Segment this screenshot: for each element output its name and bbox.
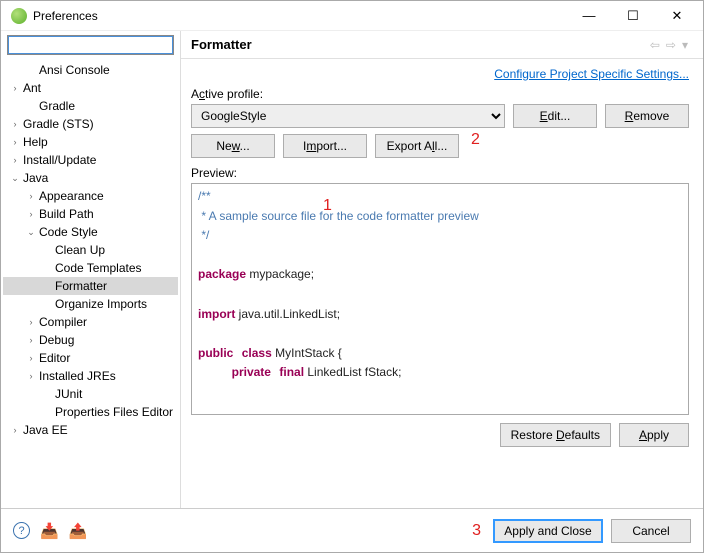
- tree-item-label: Code Templates: [55, 261, 142, 275]
- expand-icon[interactable]: ›: [25, 191, 37, 201]
- tree-item-formatter[interactable]: Formatter: [3, 277, 178, 295]
- tree-item-help[interactable]: ›Help: [3, 133, 178, 151]
- cancel-button[interactable]: Cancel: [611, 519, 691, 543]
- configure-project-link[interactable]: Configure Project Specific Settings...: [181, 59, 703, 83]
- tree-item-label: Formatter: [55, 279, 107, 293]
- forward-icon[interactable]: ⇨: [666, 38, 676, 52]
- tree-item-gradle-sts-[interactable]: ›Gradle (STS): [3, 115, 178, 133]
- tree-item-debug[interactable]: ›Debug: [3, 331, 178, 349]
- expand-icon[interactable]: ›: [25, 209, 37, 219]
- import-button[interactable]: Import...: [283, 134, 367, 158]
- help-icon[interactable]: ?: [13, 522, 30, 539]
- expand-icon[interactable]: ›: [25, 353, 37, 363]
- preview-label: Preview:: [191, 166, 689, 180]
- tree-item-build-path[interactable]: ›Build Path: [3, 205, 178, 223]
- tree-item-java-ee[interactable]: ›Java EE: [3, 421, 178, 439]
- tree-item-label: Properties Files Editor: [55, 405, 173, 419]
- tree-item-label: Clean Up: [55, 243, 105, 257]
- tree-item-compiler[interactable]: ›Compiler: [3, 313, 178, 331]
- tree-item-label: Editor: [39, 351, 70, 365]
- minimize-button[interactable]: —: [567, 2, 611, 30]
- preview-area[interactable]: /** * A sample source file for the code …: [191, 183, 689, 415]
- new-button[interactable]: New...: [191, 134, 275, 158]
- active-profile-select[interactable]: GoogleStyle: [191, 104, 505, 128]
- tree-item-label: Install/Update: [23, 153, 96, 167]
- tree-item-label: Code Style: [39, 225, 98, 239]
- tree-item-ant[interactable]: ›Ant: [3, 79, 178, 97]
- tree-item-label: Appearance: [39, 189, 104, 203]
- maximize-button[interactable]: ☐: [611, 2, 655, 30]
- page-title: Formatter: [191, 37, 252, 52]
- tree-item-gradle[interactable]: Gradle: [3, 97, 178, 115]
- edit-button[interactable]: Edit...: [513, 104, 597, 128]
- app-icon: [11, 8, 27, 24]
- page-header: Formatter ⇦ ⇨ ▾: [181, 31, 703, 59]
- tree-item-code-templates[interactable]: Code Templates: [3, 259, 178, 277]
- active-profile-label: Active profile:: [191, 87, 689, 101]
- expand-icon[interactable]: ›: [25, 317, 37, 327]
- tree-item-label: Gradle (STS): [23, 117, 94, 131]
- tree-item-ansi-console[interactable]: Ansi Console: [3, 61, 178, 79]
- tree-item-clean-up[interactable]: Clean Up: [3, 241, 178, 259]
- tree-item-label: Installed JREs: [39, 369, 116, 383]
- dialog-footer: ? 📥 📤 3 Apply and Close Cancel: [1, 508, 703, 552]
- tree-item-label: Compiler: [39, 315, 87, 329]
- tree-item-editor[interactable]: ›Editor: [3, 349, 178, 367]
- expand-icon[interactable]: ›: [9, 155, 21, 165]
- tree-item-java[interactable]: ⌄Java: [3, 169, 178, 187]
- apply-and-close-button[interactable]: Apply and Close: [493, 519, 603, 543]
- tree-item-label: Ant: [23, 81, 41, 95]
- tree-item-label: Java EE: [23, 423, 68, 437]
- expand-icon[interactable]: ›: [25, 335, 37, 345]
- expand-icon[interactable]: ›: [25, 371, 37, 381]
- tree-item-label: Java: [23, 171, 48, 185]
- expand-icon[interactable]: ›: [9, 425, 21, 435]
- remove-button[interactable]: Remove: [605, 104, 689, 128]
- restore-defaults-button[interactable]: Restore Defaults: [500, 423, 611, 447]
- formatter-page: Formatter ⇦ ⇨ ▾ Configure Project Specif…: [181, 31, 703, 508]
- preferences-tree[interactable]: Ansi Console›AntGradle›Gradle (STS)›Help…: [1, 57, 180, 508]
- tree-item-label: Help: [23, 135, 48, 149]
- title-bar: Preferences — ☐ ✕: [1, 1, 703, 31]
- tree-item-label: Ansi Console: [39, 63, 110, 77]
- tree-item-appearance[interactable]: ›Appearance: [3, 187, 178, 205]
- expand-icon[interactable]: ›: [9, 119, 21, 129]
- code-preview: /** * A sample source file for the code …: [192, 184, 688, 388]
- apply-button[interactable]: Apply: [619, 423, 689, 447]
- tree-item-code-style[interactable]: ⌄Code Style: [3, 223, 178, 241]
- tree-item-label: Organize Imports: [55, 297, 147, 311]
- tree-item-label: Build Path: [39, 207, 94, 221]
- annotation-3: 3: [472, 522, 481, 540]
- back-icon[interactable]: ⇦: [650, 38, 660, 52]
- expand-icon[interactable]: ›: [9, 83, 21, 93]
- tree-item-properties-files-editor[interactable]: Properties Files Editor: [3, 403, 178, 421]
- tree-item-junit[interactable]: JUnit: [3, 385, 178, 403]
- menu-icon[interactable]: ▾: [682, 38, 688, 52]
- close-button[interactable]: ✕: [655, 2, 699, 30]
- tree-item-installed-jres[interactable]: ›Installed JREs: [3, 367, 178, 385]
- filter-box: [7, 35, 174, 55]
- expand-icon[interactable]: ›: [9, 137, 21, 147]
- import-prefs-icon[interactable]: 📥: [40, 522, 59, 540]
- tree-item-label: JUnit: [55, 387, 82, 401]
- filter-input[interactable]: [7, 35, 174, 55]
- expand-icon[interactable]: ⌄: [25, 227, 37, 238]
- window-title: Preferences: [33, 9, 567, 23]
- tree-item-organize-imports[interactable]: Organize Imports: [3, 295, 178, 313]
- tree-item-install-update[interactable]: ›Install/Update: [3, 151, 178, 169]
- preferences-tree-pane: Ansi Console›AntGradle›Gradle (STS)›Help…: [1, 31, 181, 508]
- tree-item-label: Debug: [39, 333, 74, 347]
- export-prefs-icon[interactable]: 📤: [69, 522, 88, 540]
- export-all-button[interactable]: Export All...: [375, 134, 459, 158]
- expand-icon[interactable]: ⌄: [9, 173, 21, 184]
- tree-item-label: Gradle: [39, 99, 75, 113]
